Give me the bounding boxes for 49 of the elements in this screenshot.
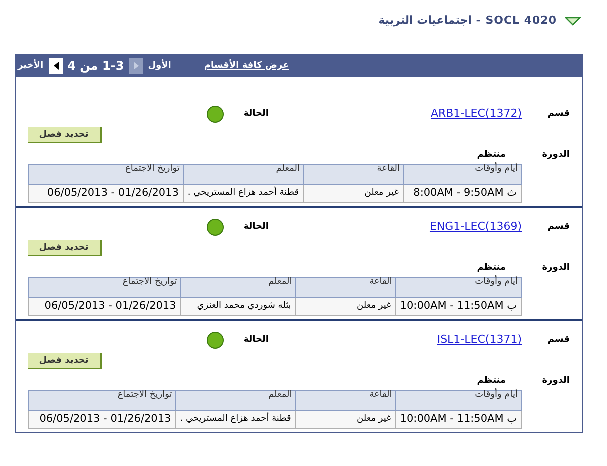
course-title: SOCL 4020 - اجتماعيات التربية (378, 14, 557, 28)
column-header: أيام وأوقات (396, 278, 522, 298)
table-cell: 01/26/2013 - 06/05/2013 (28, 184, 184, 202)
field-label: الدورة (542, 262, 570, 274)
field-label: الحالة (242, 108, 269, 120)
table-cell: قطنة أحمد هزاع المستريحي . (176, 410, 296, 428)
table-cell: ب 10:00AM - 11:50AM (396, 298, 522, 316)
last-link[interactable]: الأخير (18, 60, 44, 72)
section-link[interactable]: ENG1-LEC(1369) (430, 220, 522, 233)
column-header: المعلم (183, 164, 304, 184)
table-cell: ب 10:00AM - 11:50AM (396, 410, 522, 428)
column-header: أيام وأوقات (404, 164, 522, 184)
field-label: قسم (548, 222, 570, 232)
table-cell: ث 8:00AM - 9:50AM (404, 184, 522, 202)
column-header: تواريخ الاجتماع (28, 390, 176, 410)
column-header: تواريخ الاجتماع (28, 278, 181, 298)
page-range: 1-3 من 4 (68, 58, 124, 74)
select-class-button[interactable]: تحديد فصل (28, 127, 102, 143)
column-header: أيام وأوقات (396, 390, 522, 410)
select-class-button[interactable]: تحديد فصل (28, 353, 102, 369)
table-cell: غير معلن (296, 298, 396, 316)
table-cell: قطنة أحمد هزاع المستريحي . (183, 184, 304, 202)
next-icon[interactable] (48, 58, 63, 74)
field-label: الدورة (542, 150, 570, 160)
table-cell: بثله شوردي محمد العنزي (180, 298, 296, 316)
select-class-button[interactable]: تحديد فصل (28, 240, 102, 256)
column-header: القاعة (296, 390, 396, 410)
view-all-link[interactable]: عرض كافة الأقسام (204, 60, 290, 72)
field-label: الحالة (242, 222, 269, 232)
column-header: المعلم (180, 278, 296, 298)
table-cell: غير معلن (296, 410, 396, 428)
field-value: منتظم (477, 150, 507, 160)
column-header: القاعة (304, 164, 404, 184)
table-cell: غير معلن (304, 184, 404, 202)
table-cell: 01/26/2013 - 06/05/2013 (28, 298, 181, 316)
first-link[interactable]: الأول (148, 60, 172, 72)
field-label: الحالة (242, 334, 269, 346)
column-header: تواريخ الاجتماع (28, 164, 184, 184)
column-header: المعلم (176, 390, 296, 410)
field-value: منتظم (477, 262, 507, 274)
section-link[interactable]: ISL1-LEC(1371) (437, 333, 522, 346)
field-label: قسم (548, 108, 570, 120)
field-label: قسم (548, 334, 570, 346)
column-header: القاعة (296, 278, 396, 298)
section-link[interactable]: ARB1-LEC(1372) (430, 107, 522, 120)
table-cell: 01/26/2013 - 06/05/2013 (28, 410, 176, 428)
field-value: منتظم (477, 376, 507, 386)
field-label: الدورة (542, 376, 570, 386)
collapse-toggle-icon[interactable] (565, 16, 581, 27)
